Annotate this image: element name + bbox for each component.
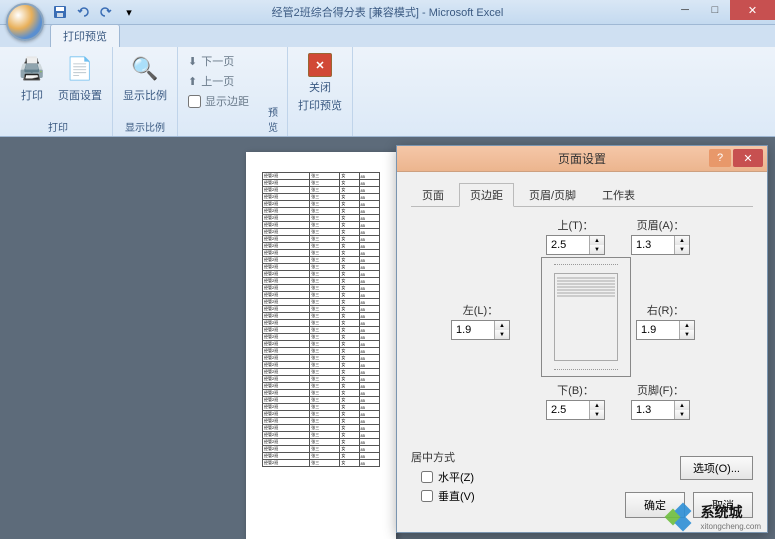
arrow-up-icon: ⬆ — [188, 75, 197, 88]
top-margin-label: 上(T)： — [557, 217, 593, 233]
spin-down-icon[interactable]: ▼ — [590, 245, 604, 254]
right-margin-input[interactable] — [637, 321, 679, 339]
printer-icon: 🖨️ — [16, 53, 48, 85]
right-margin-spinner[interactable]: ▲▼ — [636, 320, 695, 340]
maximize-button[interactable]: □ — [700, 0, 730, 20]
tab-margins[interactable]: 页边距 — [459, 183, 514, 207]
dialog-close-button[interactable]: ✕ — [733, 149, 763, 167]
tab-header-footer[interactable]: 页眉/页脚 — [518, 183, 587, 207]
qat-redo-icon[interactable] — [96, 3, 116, 21]
arrow-down-icon: ⬇ — [188, 55, 197, 68]
prev-page-button[interactable]: ⬆上一页 — [184, 71, 238, 91]
header-margin-input[interactable] — [632, 236, 674, 254]
footer-margin-label: 页脚(F)： — [637, 382, 684, 398]
top-margin-input[interactable] — [547, 236, 589, 254]
preview-table: document.write(Array.from({length:42},()… — [262, 172, 380, 467]
qat-save-icon[interactable] — [50, 3, 70, 21]
office-button[interactable] — [6, 3, 44, 41]
right-margin-label: 右(R)： — [647, 302, 684, 318]
ribbon-tab-print-preview[interactable]: 打印预览 — [50, 24, 120, 47]
next-page-button[interactable]: ⬇下一页 — [184, 51, 238, 71]
window-title: 经管2班综合得分表 [兼容模式] - Microsoft Excel — [272, 4, 504, 20]
group-print-label: 打印 — [48, 119, 68, 134]
spin-up-icon[interactable]: ▲ — [590, 236, 604, 245]
page-setup-icon: 📄 — [64, 53, 96, 85]
watermark-url: xitongcheng.com — [701, 522, 761, 531]
magnifier-icon: 🔍 — [129, 53, 161, 85]
bottom-margin-label: 下(B)： — [557, 382, 594, 398]
minimize-button[interactable]: ─ — [670, 0, 700, 20]
close-preview-button[interactable]: ✕ 关闭 打印预览 — [294, 51, 346, 115]
tab-sheet[interactable]: 工作表 — [591, 183, 646, 207]
left-margin-label: 左(L)： — [463, 302, 498, 318]
header-margin-label: 页眉(A)： — [637, 217, 685, 233]
zoom-button[interactable]: 🔍 显示比例 — [119, 51, 171, 105]
dialog-help-button[interactable]: ? — [709, 149, 731, 167]
watermark-name: 系统城 — [701, 502, 761, 522]
print-preview-page[interactable]: document.write(Array.from({length:42},()… — [246, 152, 396, 539]
top-margin-spinner[interactable]: ▲▼ — [546, 235, 605, 255]
group-preview-label: 预览 — [268, 104, 287, 134]
window-close-button[interactable]: ✕ — [730, 0, 775, 20]
qat-dropdown-icon[interactable]: ▾ — [119, 3, 139, 21]
group-zoom-label: 显示比例 — [125, 119, 165, 134]
margin-preview-diagram — [541, 257, 631, 377]
footer-margin-spinner[interactable]: ▲▼ — [631, 400, 690, 420]
print-button[interactable]: 🖨️ 打印 — [10, 51, 54, 105]
left-margin-input[interactable] — [452, 321, 494, 339]
tab-page[interactable]: 页面 — [411, 183, 455, 207]
bottom-margin-spinner[interactable]: ▲▼ — [546, 400, 605, 420]
zoom-label: 显示比例 — [123, 87, 167, 103]
options-button[interactable]: 选项(O)... — [680, 456, 753, 480]
close-preview-icon: ✕ — [308, 53, 332, 77]
bottom-margin-input[interactable] — [547, 401, 589, 419]
print-label: 打印 — [21, 87, 43, 103]
show-margins-checkbox[interactable]: 显示边距 — [184, 91, 253, 111]
qat-undo-icon[interactable] — [73, 3, 93, 21]
page-setup-label: 页面设置 — [58, 87, 102, 103]
page-setup-dialog: 页面设置 ? ✕ 页面 页边距 页眉/页脚 工作表 上(T)： ▲▼ 页眉(A)… — [396, 145, 768, 533]
footer-margin-input[interactable] — [632, 401, 674, 419]
left-margin-spinner[interactable]: ▲▼ — [451, 320, 510, 340]
watermark: 系统城 xitongcheng.com — [667, 502, 761, 531]
header-margin-spinner[interactable]: ▲▼ — [631, 235, 690, 255]
page-setup-button[interactable]: 📄 页面设置 — [54, 51, 106, 105]
dialog-title: 页面设置 — [558, 150, 606, 167]
watermark-logo-icon — [667, 505, 697, 529]
